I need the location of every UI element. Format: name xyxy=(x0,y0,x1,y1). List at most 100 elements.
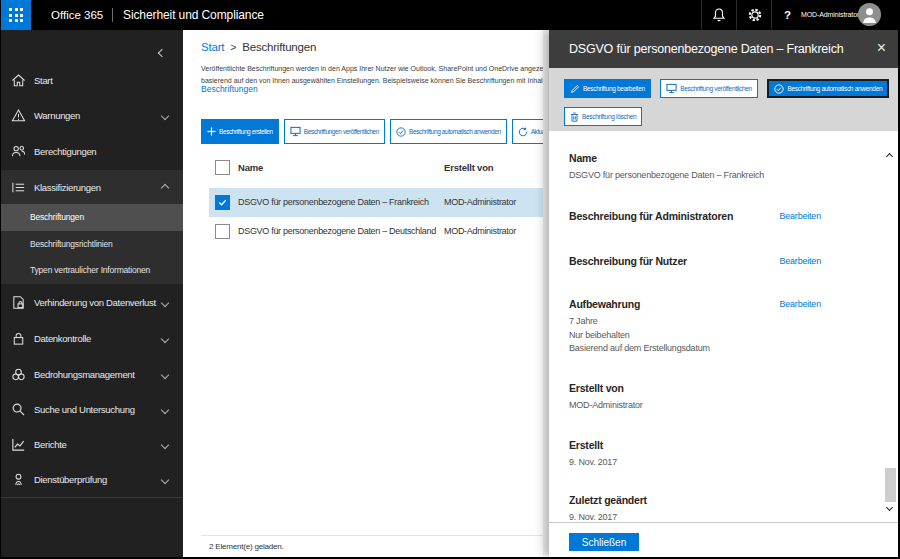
publish-icon xyxy=(290,126,301,137)
avatar[interactable] xyxy=(857,2,882,27)
publish-label-button[interactable]: Beschriftung veröffentlichen xyxy=(660,79,758,98)
topbar-divider xyxy=(112,8,113,22)
trash-icon xyxy=(570,112,579,122)
biohazard-icon xyxy=(11,367,26,382)
sidebar-item-label: Dienstüberprüfung xyxy=(34,474,107,485)
app-launcher-button[interactable] xyxy=(1,0,31,30)
notifications-bell-icon[interactable] xyxy=(711,7,727,23)
sidebar-item-verhinderung-von-datenverlust[interactable]: Verhinderung von Datenverlust xyxy=(1,285,183,319)
chevron-up-icon xyxy=(162,182,168,193)
edit-link[interactable]: Bearbeiten xyxy=(779,211,821,221)
close-panel-button[interactable]: Schließen xyxy=(569,533,639,551)
auto-apply-label-button[interactable]: Beschriftung automatisch anwenden xyxy=(390,119,507,144)
delete-label-button[interactable]: Beschriftung löschen xyxy=(564,107,642,126)
sidebar: Start Warnungen Berechtigungen Klassifiz… xyxy=(1,30,183,557)
chevron-down-icon xyxy=(162,333,168,344)
sidebar-item-berechtigungen[interactable]: Berechtigungen xyxy=(1,134,183,168)
list-icon xyxy=(11,180,26,195)
page: Office 365 Sicherheit und Compliance ? M… xyxy=(0,0,900,559)
sidebar-item-warnungen[interactable]: Warnungen xyxy=(1,98,183,132)
sidebar-divider xyxy=(1,497,183,498)
label-created-by: MOD-Administrator xyxy=(444,197,516,207)
sidebar-item-suche-und-untersuchung[interactable]: Suche und Untersuchung xyxy=(1,392,183,426)
topbar-separator xyxy=(736,0,737,30)
warning-icon xyxy=(11,108,26,123)
sidebar-item-label: Bedrohungsmanagement xyxy=(34,369,135,380)
panel-title: DSGVO für personenbezogene Daten – Frank… xyxy=(569,30,844,68)
chevron-down-icon xyxy=(162,110,168,121)
row-checkbox-checked[interactable] xyxy=(215,195,230,210)
sidebar-item-label: Start xyxy=(34,75,53,86)
scroll-up-icon[interactable] xyxy=(887,145,892,163)
sidebar-subitem-label: Beschriftungsrichtlinien xyxy=(30,239,113,249)
column-header-created-by[interactable]: Erstellt von xyxy=(444,162,493,173)
plus-icon xyxy=(207,127,216,136)
sidebar-item-label: Suche und Untersuchung xyxy=(34,404,135,415)
sidebar-subitem-label: Beschriftungen xyxy=(30,212,84,222)
sidebar-item-berichte[interactable]: Berichte xyxy=(1,427,183,461)
section-retention: Aufbewahrung Bearbeiten 7 Jahre Nur beib… xyxy=(569,298,821,356)
chevron-down-icon xyxy=(162,369,168,380)
panel-header: DSGVO für personenbezogene Daten – Frank… xyxy=(549,30,898,68)
auto-apply-icon xyxy=(396,127,406,137)
sidebar-item-label: Berechtigungen xyxy=(34,146,96,157)
section-modified: Zuletzt geändert 9. Nov. 2017 xyxy=(569,494,821,525)
sidebar-item-typen-vertraulicher-informationen[interactable]: Typen vertraulicher Informationen xyxy=(1,257,183,284)
auto-apply-icon xyxy=(774,84,784,94)
sidebar-item-klassifizierungen[interactable]: Klassifizierungen xyxy=(1,170,183,204)
panel-scrollbar[interactable] xyxy=(883,131,898,522)
sidebar-item-beschriftungen[interactable]: Beschriftungen xyxy=(1,204,183,231)
sidebar-item-datenkontrolle[interactable]: Datenkontrolle xyxy=(1,321,183,355)
panel-footer: Schließen xyxy=(549,522,898,557)
edit-label-button[interactable]: Beschriftung bearbeiten xyxy=(564,79,651,98)
select-all-checkbox[interactable] xyxy=(215,160,230,175)
label-detail-panel: DSGVO für personenbezogene Daten – Frank… xyxy=(549,30,898,557)
chart-icon xyxy=(11,437,26,452)
section-created: Erstellt 9. Nov. 2017 xyxy=(569,439,821,470)
refresh-icon xyxy=(518,127,528,137)
sidebar-subitem-label: Typen vertraulicher Informationen xyxy=(30,265,150,275)
search-icon xyxy=(11,402,26,417)
topbar: Office 365 Sicherheit und Compliance ? M… xyxy=(1,0,898,30)
settings-gear-icon[interactable] xyxy=(747,7,763,23)
sidebar-collapse-icon[interactable] xyxy=(159,42,165,60)
user-name[interactable]: MOD-Administrator xyxy=(801,0,859,30)
chevron-down-icon xyxy=(162,439,168,450)
help-icon[interactable]: ? xyxy=(784,0,791,30)
labels-link[interactable]: Beschriftungen xyxy=(201,84,258,94)
page-description-line1: Veröffentlichte Beschriftungen werden in… xyxy=(201,65,545,72)
app-title: Sicherheit und Compliance xyxy=(123,0,264,30)
close-icon[interactable]: × xyxy=(877,30,886,66)
sidebar-item-beschriftungsrichtlinien[interactable]: Beschriftungsrichtlinien xyxy=(1,231,183,258)
sidebar-item-label: Klassifizierungen xyxy=(34,182,101,193)
row-checkbox[interactable] xyxy=(215,224,230,239)
create-label-button[interactable]: Beschriftung erstellen xyxy=(201,119,279,144)
brand-title[interactable]: Office 365 xyxy=(51,0,103,30)
sidebar-item-start[interactable]: Start xyxy=(1,63,183,97)
chevron-down-icon xyxy=(162,297,168,308)
waffle-icon xyxy=(9,8,23,22)
sidebar-item-bedrohungsmanagement[interactable]: Bedrohungsmanagement xyxy=(1,357,183,391)
sidebar-item-label: Verhinderung von Datenverlust xyxy=(34,297,156,308)
publish-labels-button[interactable]: Beschriftungen veröffentlichen xyxy=(284,119,385,144)
auto-apply-label-button[interactable]: Beschriftung automatisch anwenden xyxy=(767,79,889,98)
page-description-line2: basierend auf den von Ihnen ausgewählten… xyxy=(201,77,549,84)
panel-toolbar: Beschriftung bearbeiten Beschriftung ver… xyxy=(549,68,898,131)
sidebar-item-dienstueberpruefung[interactable]: Dienstüberprüfung xyxy=(1,462,183,496)
topbar-separator xyxy=(701,0,702,30)
breadcrumb-separator: > xyxy=(230,41,236,53)
panel-body: Name DSGVO für personenbezogene Daten – … xyxy=(549,131,898,522)
labels-toolbar: Beschriftung erstellen Beschriftungen ve… xyxy=(201,119,569,144)
label-name: DSGVO für personenbezogene Daten – Deuts… xyxy=(238,226,436,236)
edit-link[interactable]: Bearbeiten xyxy=(779,256,821,266)
breadcrumb-current: Beschriftungen xyxy=(242,41,316,53)
breadcrumb-home-link[interactable]: Start xyxy=(201,41,224,53)
sidebar-item-label: Warnungen xyxy=(34,110,80,121)
column-header-name[interactable]: Name xyxy=(238,162,263,173)
scroll-down-icon[interactable] xyxy=(887,496,892,514)
chevron-down-icon xyxy=(162,404,168,415)
sidebar-item-label: Datenkontrolle xyxy=(34,333,91,344)
section-admin-description: Beschreibung für Administratoren Bearbei… xyxy=(569,210,821,222)
edit-link[interactable]: Bearbeiten xyxy=(779,299,821,309)
people-icon xyxy=(11,144,26,159)
